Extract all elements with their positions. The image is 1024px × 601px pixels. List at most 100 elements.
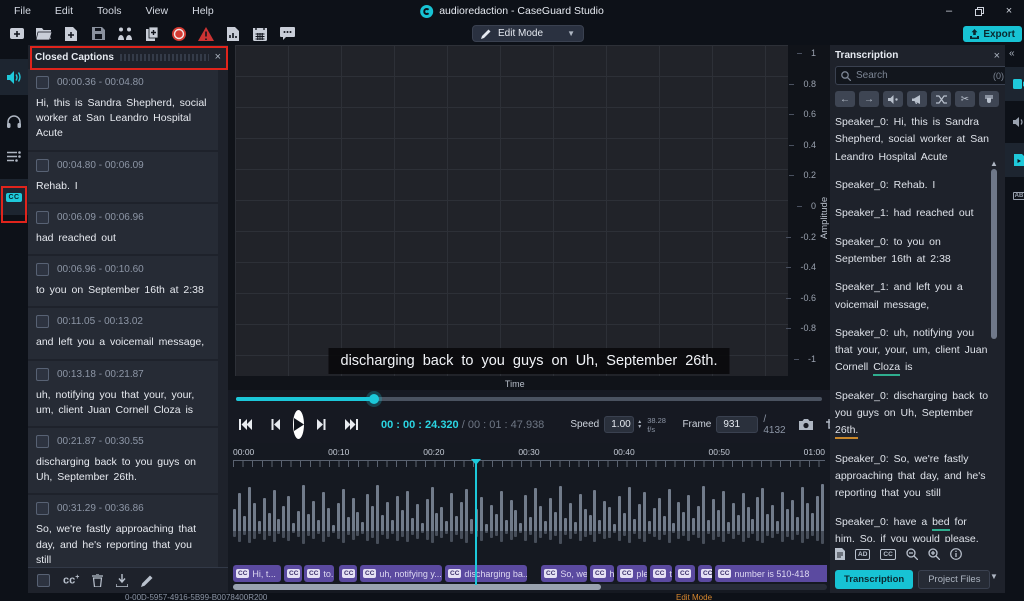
caption-checkbox[interactable] [36,502,49,515]
mute-button[interactable] [979,91,999,107]
timeline-horizontal-scrollbar[interactable] [233,584,827,590]
snapshot-button[interactable] [799,419,813,430]
export-button[interactable]: Export [963,26,1022,42]
volume-button[interactable] [883,91,903,107]
open-file-icon[interactable] [35,25,53,43]
edit-caption-icon[interactable] [141,575,153,587]
amplitude-plot-grid[interactable] [235,45,788,376]
zoom-out-icon[interactable] [906,548,918,560]
caption-clip[interactable]: CC t... [650,565,672,582]
menu-item[interactable]: Edit [45,3,83,19]
search-box[interactable]: (0) [835,66,1010,85]
closed-captions-tool-button[interactable]: CC [0,179,28,215]
video-file-button[interactable] [1005,143,1024,177]
skip-to-end-button[interactable] [345,419,359,430]
caption-clip[interactable]: CC [698,565,712,582]
document-icon[interactable] [835,548,845,560]
caption-text[interactable]: Hi, this is Sandra Shepherd, social work… [36,96,210,142]
record-icon[interactable] [170,25,188,43]
caption-item[interactable]: 00:21.87 - 00:30.55 discharging back to … [28,428,218,495]
menu-item[interactable]: Help [182,3,224,19]
search-input[interactable] [856,70,988,81]
caption-clip[interactable]: CC number is 510-418 [715,565,827,582]
effects-list-button[interactable] [0,139,28,175]
caption-checkbox[interactable] [36,211,49,224]
previous-frame-button[interactable] [271,419,280,430]
menu-item[interactable]: Tools [87,3,132,19]
info-icon[interactable] [950,548,962,560]
scroll-up-icon[interactable]: ▲ [990,159,998,168]
caption-clip[interactable]: CC uh, notifying y... [360,565,442,582]
caption-checkbox[interactable] [36,435,49,448]
caption-clip[interactable]: CC l.. [675,565,695,582]
zoom-in-icon[interactable] [928,548,940,560]
transcript-entry[interactable]: Speaker_0: to you on September 16th at 2… [835,234,990,269]
audio-monitor-button[interactable] [0,103,28,139]
cut-button[interactable]: ✂ [955,91,975,107]
caption-clip[interactable]: CC ple... [617,565,647,582]
caption-item[interactable]: 00:13.18 - 00:21.87 uh, notifying you th… [28,361,218,428]
caption-clip[interactable]: CC discharging ba... [445,565,527,582]
caption-checkbox[interactable] [36,263,49,276]
save-icon[interactable] [89,25,107,43]
caption-text[interactable]: to you on September 16th at 2:38 [36,283,210,298]
transcript-entry[interactable]: Speaker_0: uh, notifying you that your, … [835,325,990,377]
timeline-panel[interactable]: 00:0000:1000:2000:3000:4000:5001:00 CC H… [228,443,830,593]
speed-input[interactable]: 1.00 [604,416,634,433]
closed-captions-header[interactable]: Closed Captions × [28,45,228,69]
shuffle-button[interactable] [931,91,951,107]
caption-checkbox[interactable] [36,159,49,172]
delete-caption-icon[interactable] [92,574,103,587]
audio-panel-button[interactable] [1005,109,1024,135]
caption-clip[interactable]: CC h... [590,565,614,582]
select-all-checkbox[interactable] [37,574,50,587]
alerts-icon[interactable] [197,25,215,43]
captions-list[interactable]: 00:00.36 - 00:04.80 Hi, this is Sandra S… [28,69,228,567]
transcript-entry[interactable]: Speaker_0: So, we're fastly approaching … [835,451,990,503]
panel-drag-grip[interactable] [120,54,209,61]
new-project-icon[interactable] [8,25,26,43]
caption-text[interactable]: uh, notifying you that your, your, um, c… [36,388,210,418]
caption-text[interactable]: and left you a voicemail message, [36,335,210,350]
menu-item[interactable]: View [136,3,179,19]
caption-item[interactable]: 00:04.80 - 00:06.09 Rehab. I [28,152,218,204]
transcript-scrollbar[interactable]: ▲ ▼ [990,161,998,579]
caption-checkbox[interactable] [36,315,49,328]
speed-stepper[interactable]: ▲▼ [637,420,642,429]
caption-clip[interactable]: CC So, we'... [541,565,587,582]
copy-file-icon[interactable] [143,25,161,43]
transcript-list[interactable]: Speaker_0: Hi, this is Sandra Shepherd, … [835,114,1000,542]
caption-item[interactable]: 00:00.36 - 00:04.80 Hi, this is Sandra S… [28,69,218,152]
report-icon[interactable] [224,25,242,43]
caption-checkbox[interactable] [36,76,49,89]
tab-transcription[interactable]: Transcription [835,570,913,589]
transcript-entry[interactable]: Speaker_1: had reached out [835,205,990,222]
minimize-button[interactable]: – [934,0,964,22]
caption-clip[interactable]: CC Hi, t... [233,565,281,582]
transcript-entry[interactable]: Speaker_0: discharging back to you guys … [835,388,990,440]
next-frame-button[interactable] [317,419,326,430]
scroll-down-icon[interactable]: ▼ [990,572,998,581]
closed-captions-toggle[interactable]: CC [880,549,895,560]
caption-text[interactable]: Rehab. I [36,179,210,194]
previous-match-button[interactable]: ← [835,91,855,107]
seek-thumb[interactable] [369,394,379,404]
waveform-viewer[interactable]: 10.80.60.40.20-0.2-0.4-0.6-0.8-1 Amplitu… [228,45,830,390]
tab-project-files[interactable]: Project Files [918,570,990,589]
collapse-panel-icon[interactable]: « [1005,45,1024,59]
caption-clip[interactable]: CC . [339,565,357,582]
transcript-entry[interactable]: Speaker_0: Rehab. I [835,177,990,194]
add-caption-icon[interactable]: cc+ [63,574,79,587]
caption-track[interactable]: CC Hi, t... CC C CC to... CC [233,565,827,582]
menu-item[interactable]: File [4,3,41,19]
audio-tool-button[interactable] [0,59,28,95]
skip-to-start-button[interactable] [238,419,252,430]
transcript-entry[interactable]: Speaker_0: Hi, this is Sandra Shepherd, … [835,114,990,166]
close-panel-icon[interactable]: × [215,51,221,63]
timeline-ruler[interactable] [233,460,825,467]
comments-icon[interactable] [278,25,296,43]
close-transcription-icon[interactable]: × [994,50,1000,62]
media-tool-button[interactable] [1005,67,1024,101]
mode-dropdown[interactable]: Edit Mode ▼ [472,25,584,42]
audio-description-toggle[interactable]: AD [855,549,870,560]
